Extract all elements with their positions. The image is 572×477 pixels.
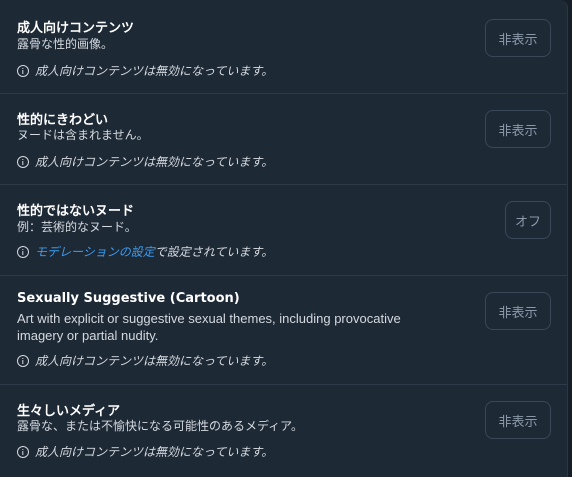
row-description: ヌードは含まれません。	[17, 128, 149, 142]
off-button[interactable]: オフ	[505, 201, 551, 239]
content-filter-row-cartoon: Sexually Suggestive (Cartoon) Art with e…	[0, 275, 567, 385]
row-note-text: 成人向けコンテンツは無効になっています。	[35, 155, 274, 169]
content-filter-row-adult: 成人向けコンテンツ 露骨な性的画像。 成人向けコンテンツは無効になっています。 …	[0, 0, 567, 94]
row-description: 露骨な、または不愉快になる可能性のあるメディア。	[17, 419, 303, 433]
row-title: Sexually Suggestive (Cartoon)	[17, 291, 240, 306]
row-note-text: 成人向けコンテンツは無効になっています。	[35, 445, 274, 459]
moderation-settings-link[interactable]: モデレーションの設定	[35, 245, 155, 259]
row-note: 成人向けコンテンツは無効になっています。	[17, 352, 273, 369]
row-title: 性的ではないヌード	[17, 204, 135, 219]
content-filter-row-graphic-media: 生々しいメディア 露骨な、または不愉快になる可能性のあるメディア。 成人向けコン…	[0, 384, 567, 476]
hide-button[interactable]: 非表示	[485, 292, 551, 330]
info-icon	[17, 245, 29, 258]
info-icon	[17, 155, 29, 168]
content-filter-panel: 成人向けコンテンツ 露骨な性的画像。 成人向けコンテンツは無効になっています。 …	[0, 0, 568, 477]
row-note: 成人向けコンテンツは無効になっています。	[17, 443, 273, 460]
info-icon	[17, 64, 29, 77]
content-filter-row-suggestive: 性的にきわどい ヌードは含まれません。 成人向けコンテンツは無効になっています。…	[0, 93, 567, 185]
hide-button[interactable]: 非表示	[485, 110, 551, 148]
info-icon	[17, 445, 29, 458]
hide-button[interactable]: 非表示	[485, 401, 551, 439]
row-title: 成人向けコンテンツ	[17, 21, 135, 36]
row-note-suffix: で設定されています。	[154, 245, 274, 259]
row-description-line1: Art with explicit or suggestive sexual t…	[17, 311, 401, 326]
row-description: 露骨な性的画像。	[17, 37, 114, 51]
row-note-text: 成人向けコンテンツは無効になっています。	[35, 64, 274, 78]
row-description: 例：芸術的なヌード。	[17, 220, 137, 234]
content-filter-row-nudity: 性的ではないヌード 例：芸術的なヌード。 モデレーションの設定で設定されています…	[0, 184, 567, 276]
row-note: 成人向けコンテンツは無効になっています。	[17, 153, 273, 170]
row-note-text: 成人向けコンテンツは無効になっています。	[35, 354, 274, 368]
row-description-line2: imagery or partial nudity.	[17, 328, 159, 343]
row-note: モデレーションの設定で設定されています。	[17, 243, 273, 260]
info-icon	[17, 354, 29, 367]
hide-button[interactable]: 非表示	[485, 19, 551, 57]
row-note: 成人向けコンテンツは無効になっています。	[17, 62, 273, 79]
